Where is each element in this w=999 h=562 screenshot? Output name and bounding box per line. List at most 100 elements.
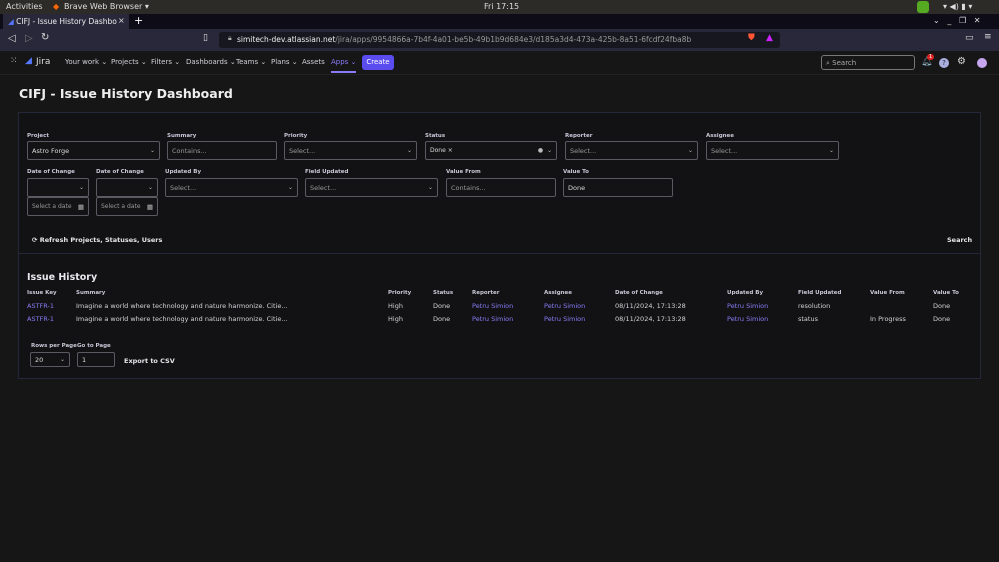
status-chip[interactable]: Done × [430,147,453,154]
bookmark-icon[interactable]: ▯ [203,33,208,43]
value-to-input[interactable]: Done [563,178,673,197]
assignee-select[interactable]: Select... ⌄ [706,141,839,160]
brave-icon: ◆ [53,2,60,11]
summary-input[interactable]: Contains... [167,141,277,160]
assignee-label: Assignee [706,133,735,139]
update-icon[interactable] [917,1,929,13]
brave-shields-icon[interactable]: ⛊ [748,33,755,43]
date-to-input[interactable]: Select a date ▦ [96,197,158,216]
reporter-label: Reporter [565,133,593,139]
column-header[interactable]: Priority [388,290,411,296]
column-header[interactable]: Date of Change [615,290,663,296]
avatar[interactable] [977,58,987,68]
table-cell: High [388,302,403,310]
window-controls[interactable]: ⌄ _ ❐ ✕ [933,16,980,25]
column-header[interactable]: Assignee [544,290,572,296]
help-icon[interactable]: ? [939,58,949,68]
status-select[interactable]: Done × ● ⌄ [425,141,557,160]
table-cell-link[interactable]: ASTFR-1 [27,302,54,310]
jira-search-input[interactable]: ⌕ Search [821,55,915,70]
nav-teams[interactable]: Teams ⌄ [236,58,266,66]
activities-button[interactable]: Activities [6,2,43,11]
app-menu[interactable]: Brave Web Browser ▾ [64,2,149,11]
lock-icon: 🔒︎ [228,34,232,42]
export-csv-button[interactable]: Export to CSV [124,357,175,365]
app-switcher-icon[interactable]: ⁙ [10,56,18,66]
date-from-input[interactable]: Select a date ▦ [27,197,89,216]
table-cell-link[interactable]: ASTFR-1 [27,315,54,323]
date-to-label: Date of Change [96,169,144,175]
chevron-down-icon: ⌄ [59,356,65,363]
chevron-down-icon: ⌄ [687,147,693,154]
table-cell: Done [433,302,451,310]
search-button[interactable]: Search [947,236,972,244]
value-from-label: Value From [446,169,481,175]
table-cell-link[interactable]: Petru Simion [544,315,585,323]
table-cell-link[interactable]: Petru Simion [727,315,768,323]
date-to-select[interactable]: ⌄ [96,178,158,197]
priority-select[interactable]: Select... ⌄ [284,141,417,160]
browser-tab[interactable]: ◢ CIFJ - Issue History Dashbo [3,14,129,29]
column-header[interactable]: Issue Key [27,290,57,296]
priority-label: Priority [284,133,308,139]
calendar-icon[interactable]: ▦ [147,203,153,211]
summary-label: Summary [167,133,197,139]
updated-by-label: Updated By [165,169,202,175]
settings-gear-icon[interactable]: ⚙ [957,56,966,67]
table-cell-link[interactable]: Petru Simion [472,302,513,310]
clock[interactable]: Fri 17:15 [484,2,519,11]
new-tab-button[interactable]: + [134,14,143,27]
nav-plans[interactable]: Plans ⌄ [271,58,298,66]
table-cell-link[interactable]: Petru Simion [544,302,585,310]
chevron-down-icon: ⌄ [406,147,412,154]
reload-icon[interactable]: ↻ [41,32,49,43]
jira-logo-icon[interactable]: ◢ [25,56,32,66]
field-updated-select[interactable]: Select... ⌄ [305,178,438,197]
forward-icon[interactable]: ▷ [25,33,33,44]
updated-by-select[interactable]: Select... ⌄ [165,178,298,197]
column-header[interactable]: Value To [933,290,959,296]
table-cell: In Progress [870,315,906,323]
wallet-icon[interactable]: ▭ [965,33,974,43]
rows-per-page-select[interactable]: 20 ⌄ [30,352,70,367]
refresh-button[interactable]: ⟳ Refresh Projects, Statuses, Users [32,236,162,244]
column-header[interactable]: Field Updated [798,290,841,296]
date-from-select[interactable]: ⌄ [27,178,89,197]
menu-icon[interactable]: ≡ [984,32,992,42]
jira-logo[interactable]: Jira [36,57,50,67]
nav-projects[interactable]: Projects ⌄ [111,58,147,66]
column-header[interactable]: Updated By [727,290,763,296]
nav-dashboards[interactable]: Dashboards ⌄ [186,58,236,66]
nav-apps[interactable]: Apps ⌄ [331,58,357,73]
system-tray-icons[interactable]: ▾ ◀) ▮ ▾ [943,2,972,11]
page-title: CIFJ - Issue History Dashboard [19,86,233,101]
jira-tab-icon: ◢ [8,17,17,26]
os-top-bar: Activities ◆ Brave Web Browser ▾ Fri 17:… [0,0,999,14]
url-input[interactable]: simitech-dev.atlassian.net/jira/apps/995… [219,32,780,48]
reporter-select[interactable]: Select... ⌄ [565,141,698,160]
chevron-down-icon: ⌄ [427,184,433,191]
table-cell: Done [433,315,451,323]
column-header[interactable]: Status [433,290,453,296]
table-cell-link[interactable]: Petru Simion [727,302,768,310]
brave-rewards-icon[interactable]: ▲ [766,33,773,43]
close-tab-icon[interactable]: × [118,16,125,25]
column-header[interactable]: Value From [870,290,905,296]
calendar-icon[interactable]: ▦ [78,203,84,211]
chevron-down-icon: ⌄ [78,184,84,191]
value-from-input[interactable]: Contains... [446,178,556,197]
nav-filters[interactable]: Filters ⌄ [151,58,180,66]
go-to-page-input[interactable]: 1 [77,352,115,367]
chip-remove-icon[interactable]: × [448,147,453,154]
issue-history-title: Issue History [27,272,98,283]
column-header[interactable]: Reporter [472,290,499,296]
create-button[interactable]: Create [362,55,394,70]
clear-icon[interactable]: ● [538,147,543,154]
back-icon[interactable]: ◁ [8,33,16,44]
nav-your-work[interactable]: Your work ⌄ [65,58,107,66]
column-header[interactable]: Summary [76,290,105,296]
project-select[interactable]: Astro Forge ⌄ [27,141,160,160]
table-cell-link[interactable]: Petru Simion [472,315,513,323]
nav-assets[interactable]: Assets [302,58,325,66]
status-label: Status [425,133,446,139]
